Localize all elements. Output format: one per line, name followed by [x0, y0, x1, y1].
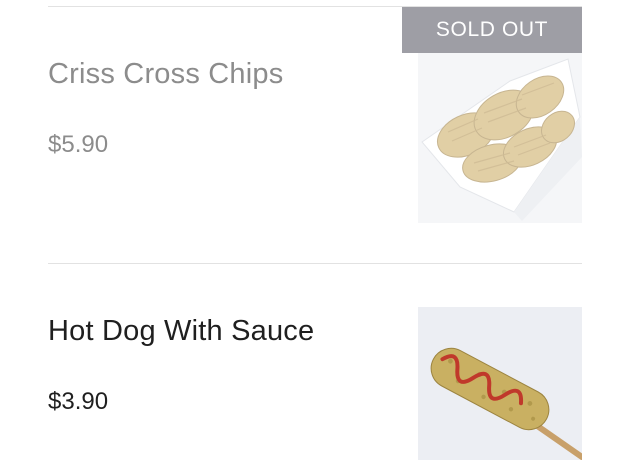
- item-name: Criss Cross Chips: [48, 58, 284, 90]
- menu-page: Criss Cross Chips $5.90 SOLD OUT Hot Dog…: [0, 0, 630, 460]
- item-price: $3.90: [48, 388, 109, 415]
- menu-item-hot-dog-with-sauce[interactable]: Hot Dog With Sauce $3.90: [0, 264, 630, 460]
- menu-item-criss-cross-chips[interactable]: Criss Cross Chips $5.90 SOLD OUT: [0, 0, 630, 262]
- corn-dog-image: [418, 307, 582, 460]
- sold-out-badge: SOLD OUT: [402, 7, 582, 53]
- item-price: $5.90: [48, 131, 109, 158]
- item-name: Hot Dog With Sauce: [48, 315, 315, 347]
- item-image[interactable]: [418, 307, 582, 460]
